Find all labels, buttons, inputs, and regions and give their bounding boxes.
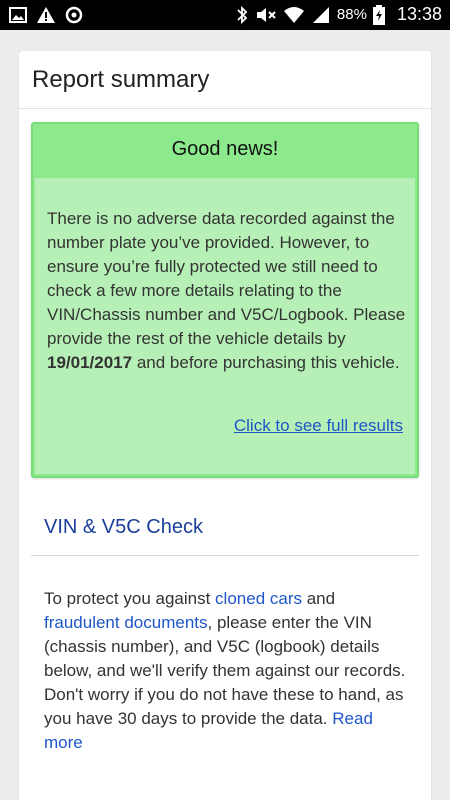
- wifi-icon: [283, 5, 305, 25]
- status-left-icons: [8, 5, 84, 30]
- news-text-before: There is no adverse data recorded agains…: [47, 209, 406, 348]
- good-news-panel: Good news! There is no adverse data reco…: [31, 122, 419, 478]
- battery-icon: [372, 4, 385, 25]
- mute-icon: [255, 5, 277, 25]
- divider: [19, 108, 431, 109]
- vin-check-heading: VIN & V5C Check: [44, 516, 203, 538]
- full-results-link[interactable]: Click to see full results: [234, 416, 403, 436]
- vin-p1-mid: and: [301, 589, 336, 608]
- good-news-text: There is no adverse data recorded agains…: [47, 207, 407, 375]
- vin-paragraph-2: Don't worry if you do not have these to …: [44, 683, 414, 755]
- bluetooth-icon: [235, 5, 249, 25]
- fraudulent-documents-link[interactable]: fraudulent documents: [44, 613, 208, 632]
- battery-percentage: 88%: [336, 6, 367, 23]
- news-text-after: and before purchasing this vehicle.: [132, 353, 400, 372]
- divider: [31, 555, 419, 556]
- clock: 13:38: [396, 4, 442, 24]
- gallery-icon: [8, 5, 28, 30]
- good-news-body: There is no adverse data recorded agains…: [35, 178, 415, 474]
- status-right-icons: 88% 13:38: [235, 4, 442, 25]
- warning-icon: [36, 5, 56, 30]
- cloned-cars-link[interactable]: cloned cars: [215, 589, 302, 608]
- good-news-heading: Good news!: [171, 138, 279, 160]
- status-bar: 88% 13:38: [0, 0, 450, 30]
- signal-icon: [311, 5, 331, 25]
- vin-p1-before: To protect you against: [44, 589, 216, 608]
- vin-check-description: To protect you against cloned cars and f…: [44, 587, 414, 755]
- deadline-date: 19/01/2017: [47, 353, 133, 372]
- page-title: Report summary: [32, 66, 210, 93]
- report-summary-card: Report summary Good news! There is no ad…: [19, 51, 431, 800]
- vin-paragraph-1: To protect you against cloned cars and f…: [44, 587, 414, 683]
- sync-icon: [64, 5, 84, 30]
